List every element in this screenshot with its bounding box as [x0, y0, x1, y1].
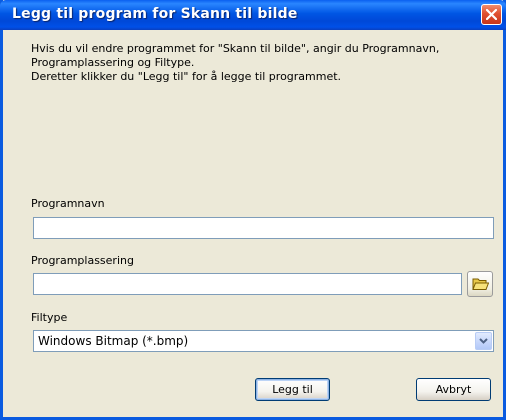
browse-button[interactable]	[467, 271, 493, 297]
instructions-line: Deretter klikker du "Legg til" for å leg…	[31, 70, 342, 83]
dialog-window: Legg til program for Skann til bilde Hvi…	[0, 0, 506, 420]
window-title: Legg til program for Skann til bilde	[12, 6, 298, 22]
program-name-input[interactable]	[33, 217, 494, 239]
filetype-selected-value: Windows Bitmap (*.bmp)	[38, 334, 189, 348]
dropdown-button[interactable]	[475, 332, 492, 350]
program-location-label: Programplassering	[31, 254, 134, 267]
instructions-line: Programplassering og Filtype.	[31, 56, 195, 69]
program-location-input[interactable]	[33, 273, 462, 295]
folder-icon	[472, 278, 489, 290]
instructions-line: Hvis du vil endre programmet for "Skann …	[31, 42, 440, 55]
cancel-button[interactable]: Avbryt	[416, 378, 491, 401]
title-bar[interactable]: Legg til program for Skann til bilde	[0, 0, 506, 30]
filetype-select[interactable]: Windows Bitmap (*.bmp)	[33, 330, 494, 352]
add-button[interactable]: Legg til	[255, 378, 330, 401]
instructions-text: Hvis du vil endre programmet for "Skann …	[31, 42, 501, 84]
filetype-label: Filtype	[31, 311, 68, 324]
close-icon	[486, 9, 497, 20]
chevron-down-icon	[479, 338, 488, 344]
program-name-label: Programnavn	[31, 197, 105, 210]
close-button[interactable]	[481, 4, 502, 25]
